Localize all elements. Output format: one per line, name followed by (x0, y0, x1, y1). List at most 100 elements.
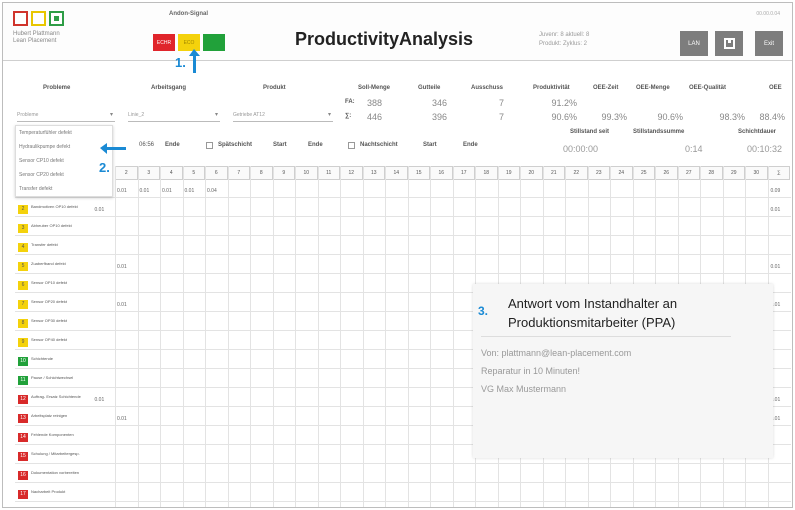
row-label: Schichtende (31, 356, 54, 361)
row-label: Abheuber OP10 defekt (31, 223, 72, 228)
row-label: Sensor OP20 defekt (31, 299, 68, 304)
ende-label-1: Ende (165, 142, 180, 148)
row-badge[interactable]: 12 (18, 395, 28, 404)
column-header: 29 (722, 166, 745, 180)
row-badge[interactable]: 16 (18, 471, 28, 480)
probleme-select[interactable]: Probleme ▾ (17, 108, 115, 122)
column-header: 4 (160, 166, 183, 180)
table-row[interactable]: 4 Transfer defekt (15, 240, 791, 255)
dropdown-item[interactable]: Hydraulikpumpe defekt (16, 140, 112, 154)
row-badge[interactable]: 3 (18, 224, 28, 233)
andon-title: Andon-Signal (169, 11, 208, 17)
sum-soll-value: 446 (366, 112, 382, 122)
sum-oee-menge-value: 90.6% (657, 112, 683, 122)
chevron-down-icon: ▾ (327, 112, 331, 118)
row-label: Arbeitsplatz reinigen (31, 413, 68, 418)
exit-button[interactable]: Exit (755, 31, 783, 56)
row-sum: 0.09 (770, 188, 781, 194)
row-badge[interactable]: 17 (18, 490, 28, 499)
row-badge[interactable]: 14 (18, 433, 28, 442)
produkt-label: Produkt (263, 85, 286, 91)
column-header: 22 (565, 166, 588, 180)
ende-label-3: Ende (463, 142, 478, 148)
column-header: 23 (587, 166, 610, 180)
column-header: 5 (182, 166, 205, 180)
column-header: ∑ (767, 166, 790, 180)
message-sender: Von: plattmann@lean-placement.com (481, 348, 632, 358)
page-title: ProductivityAnalysis (295, 29, 474, 49)
table-row[interactable]: 3 Abheuber OP10 defekt (15, 221, 791, 236)
column-header: 30 (745, 166, 768, 180)
row-badge[interactable]: 13 (18, 414, 28, 423)
row-label: Zuaberfband defekt (31, 261, 66, 266)
row-badge[interactable]: 15 (18, 452, 28, 461)
andon-green-button[interactable] (203, 34, 225, 51)
row-label: Fehlende Komponenten (31, 432, 74, 437)
ende-label-2: Ende (308, 142, 323, 148)
message-body: Von: plattmann@lean-placement.com Repara… (481, 344, 631, 398)
produkt-select[interactable]: Getriebe AT12 ▾ (233, 108, 333, 122)
sum-prod-value: 90.6% (551, 112, 577, 122)
sum-oee-value: 88.4% (759, 112, 785, 122)
arbeitsgang-select[interactable]: Linie_2 ▾ (128, 108, 220, 122)
dropdown-item[interactable]: Sensor CP10 defekt (16, 154, 112, 168)
dropdown-item[interactable]: Transfer defekt (16, 182, 112, 196)
schichtdauer-label: Schichtdauer (738, 129, 777, 135)
nachtschicht-checkbox[interactable] (348, 142, 355, 149)
row-badge[interactable]: 2 (18, 205, 28, 214)
save-button[interactable] (715, 31, 743, 56)
column-header: 14 (385, 166, 408, 180)
row-badge[interactable]: 4 (18, 243, 28, 252)
row-badge[interactable]: 11 (18, 376, 28, 385)
row-badge[interactable]: 5 (18, 262, 28, 271)
row-badge[interactable]: 10 (18, 357, 28, 366)
ausschuss-label: Ausschuss (471, 85, 504, 91)
row-label: Sensor OP10 defekt (31, 280, 68, 285)
save-icon (723, 38, 735, 49)
dropdown-item[interactable]: Temperaturfühler defekt (16, 126, 112, 140)
row-badge[interactable]: 6 (18, 281, 28, 290)
row-badge[interactable]: 8 (18, 319, 28, 328)
stillstand-seit-value: 00:00:00 (563, 144, 599, 154)
message-title-line1: Antwort vom Instandhalter an (508, 296, 678, 311)
row-label: Auftrag- Ersatz Schichtende (31, 394, 81, 399)
column-header: 25 (632, 166, 655, 180)
spaetschicht-checkbox[interactable] (206, 142, 213, 149)
sum-aus-value: 7 (498, 112, 504, 122)
row-label: Bandmotiven OP10 defekt (31, 204, 78, 209)
logo-yellow-square (31, 11, 46, 26)
stillstandssumme-value: 0:14 (685, 144, 703, 154)
column-header: 3 (137, 166, 160, 180)
cell-value: 0.01 (94, 397, 105, 403)
probleme-label: Probleme (43, 85, 71, 91)
stillstandssumme-label: Stillstandssumme (633, 129, 685, 135)
cell-value: 0.01 (117, 302, 127, 308)
row-badge[interactable]: 9 (18, 338, 28, 347)
annotation-1: 1. (175, 55, 186, 70)
info-line1: Juvenr: 8 aktuell: 8 (539, 32, 590, 38)
arbeitsgang-value: Linie_2 (128, 112, 145, 118)
column-header: 15 (407, 166, 430, 180)
sum-oee-zeit-value: 99.3% (601, 112, 627, 122)
andon-red-button[interactable]: ECHR (153, 34, 175, 51)
table-row[interactable]: 1Tastkreisen OP10 defekt0.010.010.010.01… (15, 183, 791, 198)
start-label-1: Start (273, 142, 287, 148)
column-header: 12 (340, 166, 363, 180)
company-name: Hubert Plattmann Lean Placement (13, 31, 60, 45)
dropdown-item[interactable]: Sensor CP20 defekt (16, 168, 112, 182)
lan-button[interactable]: LAN (680, 31, 708, 56)
table-row[interactable]: 5 Zuaberfband defekt 0.01 0.01 (15, 259, 791, 274)
column-header: 8 (250, 166, 273, 180)
chevron-down-icon: ▾ (109, 112, 113, 118)
header-date: 00.00.0.04 (756, 11, 780, 17)
message-title: Antwort vom Instandhalter an Produktions… (508, 294, 677, 332)
row-badge[interactable]: 7 (18, 300, 28, 309)
row-label: Nacharbeit Produkt (31, 489, 66, 494)
table-row[interactable]: 2 Bandmotiven OP10 defekt 0.01 0.01 (15, 202, 791, 217)
info-line2: Produkt: Zyklus: 2 (539, 41, 588, 47)
message-text: Reparatur in 10 Minuten! (481, 366, 581, 376)
column-header: 13 (362, 166, 385, 180)
table-row[interactable]: 16 Dokumentation vorbereiten (15, 468, 791, 483)
table-row[interactable]: 17 Nacharbeit Produkt (15, 487, 791, 502)
arbeitsgang-label: Arbeitsgang (151, 85, 187, 91)
